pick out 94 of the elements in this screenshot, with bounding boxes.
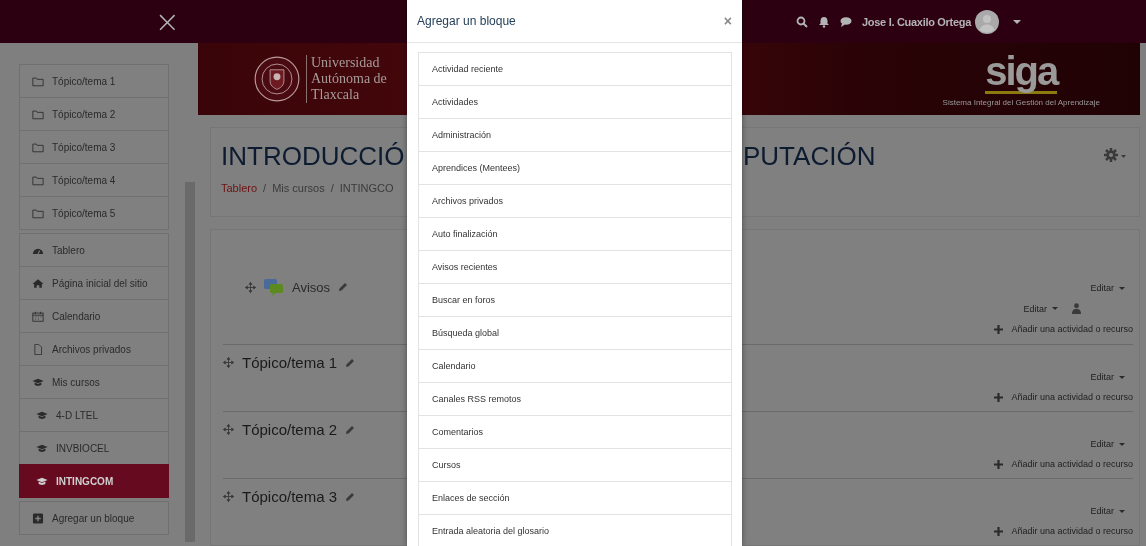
- add-activity-link[interactable]: Añadir una actividad o recurso: [994, 392, 1133, 402]
- sidebar-item[interactable]: Página inicial del sitio: [19, 266, 169, 300]
- chat-icon[interactable]: [840, 15, 853, 28]
- folder-icon: [32, 207, 44, 219]
- block-option[interactable]: Avisos recientes: [418, 250, 732, 284]
- siga-logo: siga: [985, 51, 1058, 94]
- pencil-icon[interactable]: [345, 357, 356, 368]
- sidebar-item[interactable]: Calendario: [19, 299, 169, 333]
- plus-icon: [994, 459, 1004, 469]
- block-option[interactable]: Comentarios: [418, 415, 732, 449]
- breadcrumb-item[interactable]: Tablero: [221, 182, 258, 194]
- sidebar-item[interactable]: 4-D LTEL: [19, 398, 169, 432]
- sidebar-item[interactable]: Tópico/tema 1: [19, 64, 169, 98]
- edit-menu[interactable]: Editar: [1090, 439, 1125, 449]
- graduation-cap-icon: [36, 442, 48, 454]
- add-activity-link[interactable]: Añadir una actividad o recurso: [994, 459, 1133, 469]
- sidebar-item[interactable]: Tablero: [19, 233, 169, 267]
- block-option[interactable]: Actividad reciente: [418, 52, 732, 86]
- section-title: Tópico/tema 1: [242, 354, 338, 371]
- search-icon[interactable]: [796, 15, 809, 28]
- close-button[interactable]: ×: [723, 13, 732, 29]
- sidebar-item[interactable]: Agregar un bloque: [19, 501, 169, 535]
- block-option[interactable]: Calendario: [418, 349, 732, 383]
- close-drawer-button[interactable]: ×: [154, 6, 180, 37]
- avatar-icon[interactable]: [975, 9, 999, 34]
- block-option[interactable]: Administración: [418, 118, 732, 152]
- university-name-line: Autónoma de: [311, 71, 387, 87]
- bell-icon[interactable]: [818, 15, 831, 28]
- plus-icon: [994, 392, 1004, 402]
- section-title: Tópico/tema 3: [242, 488, 338, 505]
- sidebar-item[interactable]: Tópico/tema 2: [19, 97, 169, 131]
- move-icon[interactable]: [223, 424, 234, 435]
- folder-icon: [32, 108, 44, 120]
- sidebar-item[interactable]: Tópico/tema 4: [19, 163, 169, 197]
- edit-menu[interactable]: Editar: [1090, 283, 1125, 293]
- block-option[interactable]: Canales RSS remotos: [418, 382, 732, 416]
- breadcrumb-separator: /: [330, 182, 334, 194]
- user-name[interactable]: Jose I. Cuaxilo Ortega: [862, 15, 971, 28]
- block-option[interactable]: Auto finalización: [418, 217, 732, 251]
- folder-icon: [32, 75, 44, 87]
- block-option[interactable]: Aprendices (Mentees): [418, 151, 732, 185]
- caret-icon[interactable]: [1013, 19, 1021, 24]
- sidebar-item[interactable]: Tópico/tema 5: [19, 196, 169, 230]
- plus-icon: [994, 526, 1004, 536]
- graduation-cap-icon: [36, 475, 48, 487]
- add-activity-link[interactable]: Añadir una actividad o recurso: [994, 324, 1133, 334]
- block-option[interactable]: Archivos privados: [418, 184, 732, 218]
- folder-icon: [32, 174, 44, 186]
- caret-icon: [1119, 509, 1125, 513]
- plus-icon: [994, 324, 1004, 334]
- graduation-cap-icon: [32, 376, 44, 388]
- home-icon: [32, 277, 44, 289]
- sidebar-item[interactable]: INVBIOCEL: [19, 431, 169, 465]
- pencil-icon[interactable]: [345, 491, 356, 502]
- sidebar-item[interactable]: Archivos privados: [19, 332, 169, 366]
- sidebar-item[interactable]: Mis cursos: [19, 365, 169, 399]
- section-title: Tópico/tema 2: [242, 421, 338, 438]
- block-option[interactable]: Buscar en foros: [418, 283, 732, 317]
- breadcrumb-separator: /: [263, 182, 267, 194]
- caret-icon: [1119, 442, 1125, 446]
- pencil-icon[interactable]: [338, 282, 349, 292]
- block-option[interactable]: Enlaces de sección: [418, 481, 732, 515]
- plus-square-icon: [32, 512, 44, 524]
- move-icon[interactable]: [245, 281, 256, 293]
- caret-icon: [1119, 375, 1125, 379]
- breadcrumb-item: INTINGCO: [339, 182, 394, 194]
- university-name-line: Tlaxcala: [311, 87, 361, 103]
- file-icon: [32, 343, 44, 355]
- caret-icon: [1119, 286, 1125, 290]
- block-option[interactable]: Cursos: [418, 448, 732, 482]
- add-activity-link[interactable]: Añadir una actividad o recurso: [994, 526, 1133, 536]
- sidebar-item[interactable]: Tópico/tema 3: [19, 130, 169, 164]
- university-seal-icon: [254, 56, 300, 102]
- siga-tagline: Sistema Integral del Gestión del Aprendizaje: [942, 98, 1100, 107]
- activity-link[interactable]: Avisos: [292, 279, 331, 295]
- caret-icon: [1052, 307, 1058, 310]
- edit-menu[interactable]: Editar: [1023, 303, 1058, 314]
- user-icon[interactable]: [1072, 303, 1081, 314]
- edit-menu[interactable]: Editar: [1090, 372, 1125, 382]
- move-icon[interactable]: [223, 491, 234, 502]
- dialog-title: Agregar un bloque: [417, 14, 516, 28]
- calendar-icon: [32, 310, 44, 322]
- university-name-line: Universidad: [311, 55, 381, 71]
- block-option[interactable]: Entrada aleatoria del glosario: [418, 514, 732, 546]
- block-option[interactable]: Actividades: [418, 85, 732, 119]
- graduation-cap-icon: [36, 409, 48, 421]
- edit-menu[interactable]: Editar: [1090, 506, 1125, 516]
- sidebar-item[interactable]: INTINGCOM: [19, 464, 169, 498]
- pencil-icon[interactable]: [345, 424, 356, 435]
- block-option[interactable]: Búsqueda global: [418, 316, 732, 350]
- course-title: PUTACIÓN: [743, 141, 876, 172]
- move-icon[interactable]: [223, 357, 234, 368]
- breadcrumb-item[interactable]: Mis cursos: [272, 182, 325, 194]
- folder-icon: [32, 141, 44, 153]
